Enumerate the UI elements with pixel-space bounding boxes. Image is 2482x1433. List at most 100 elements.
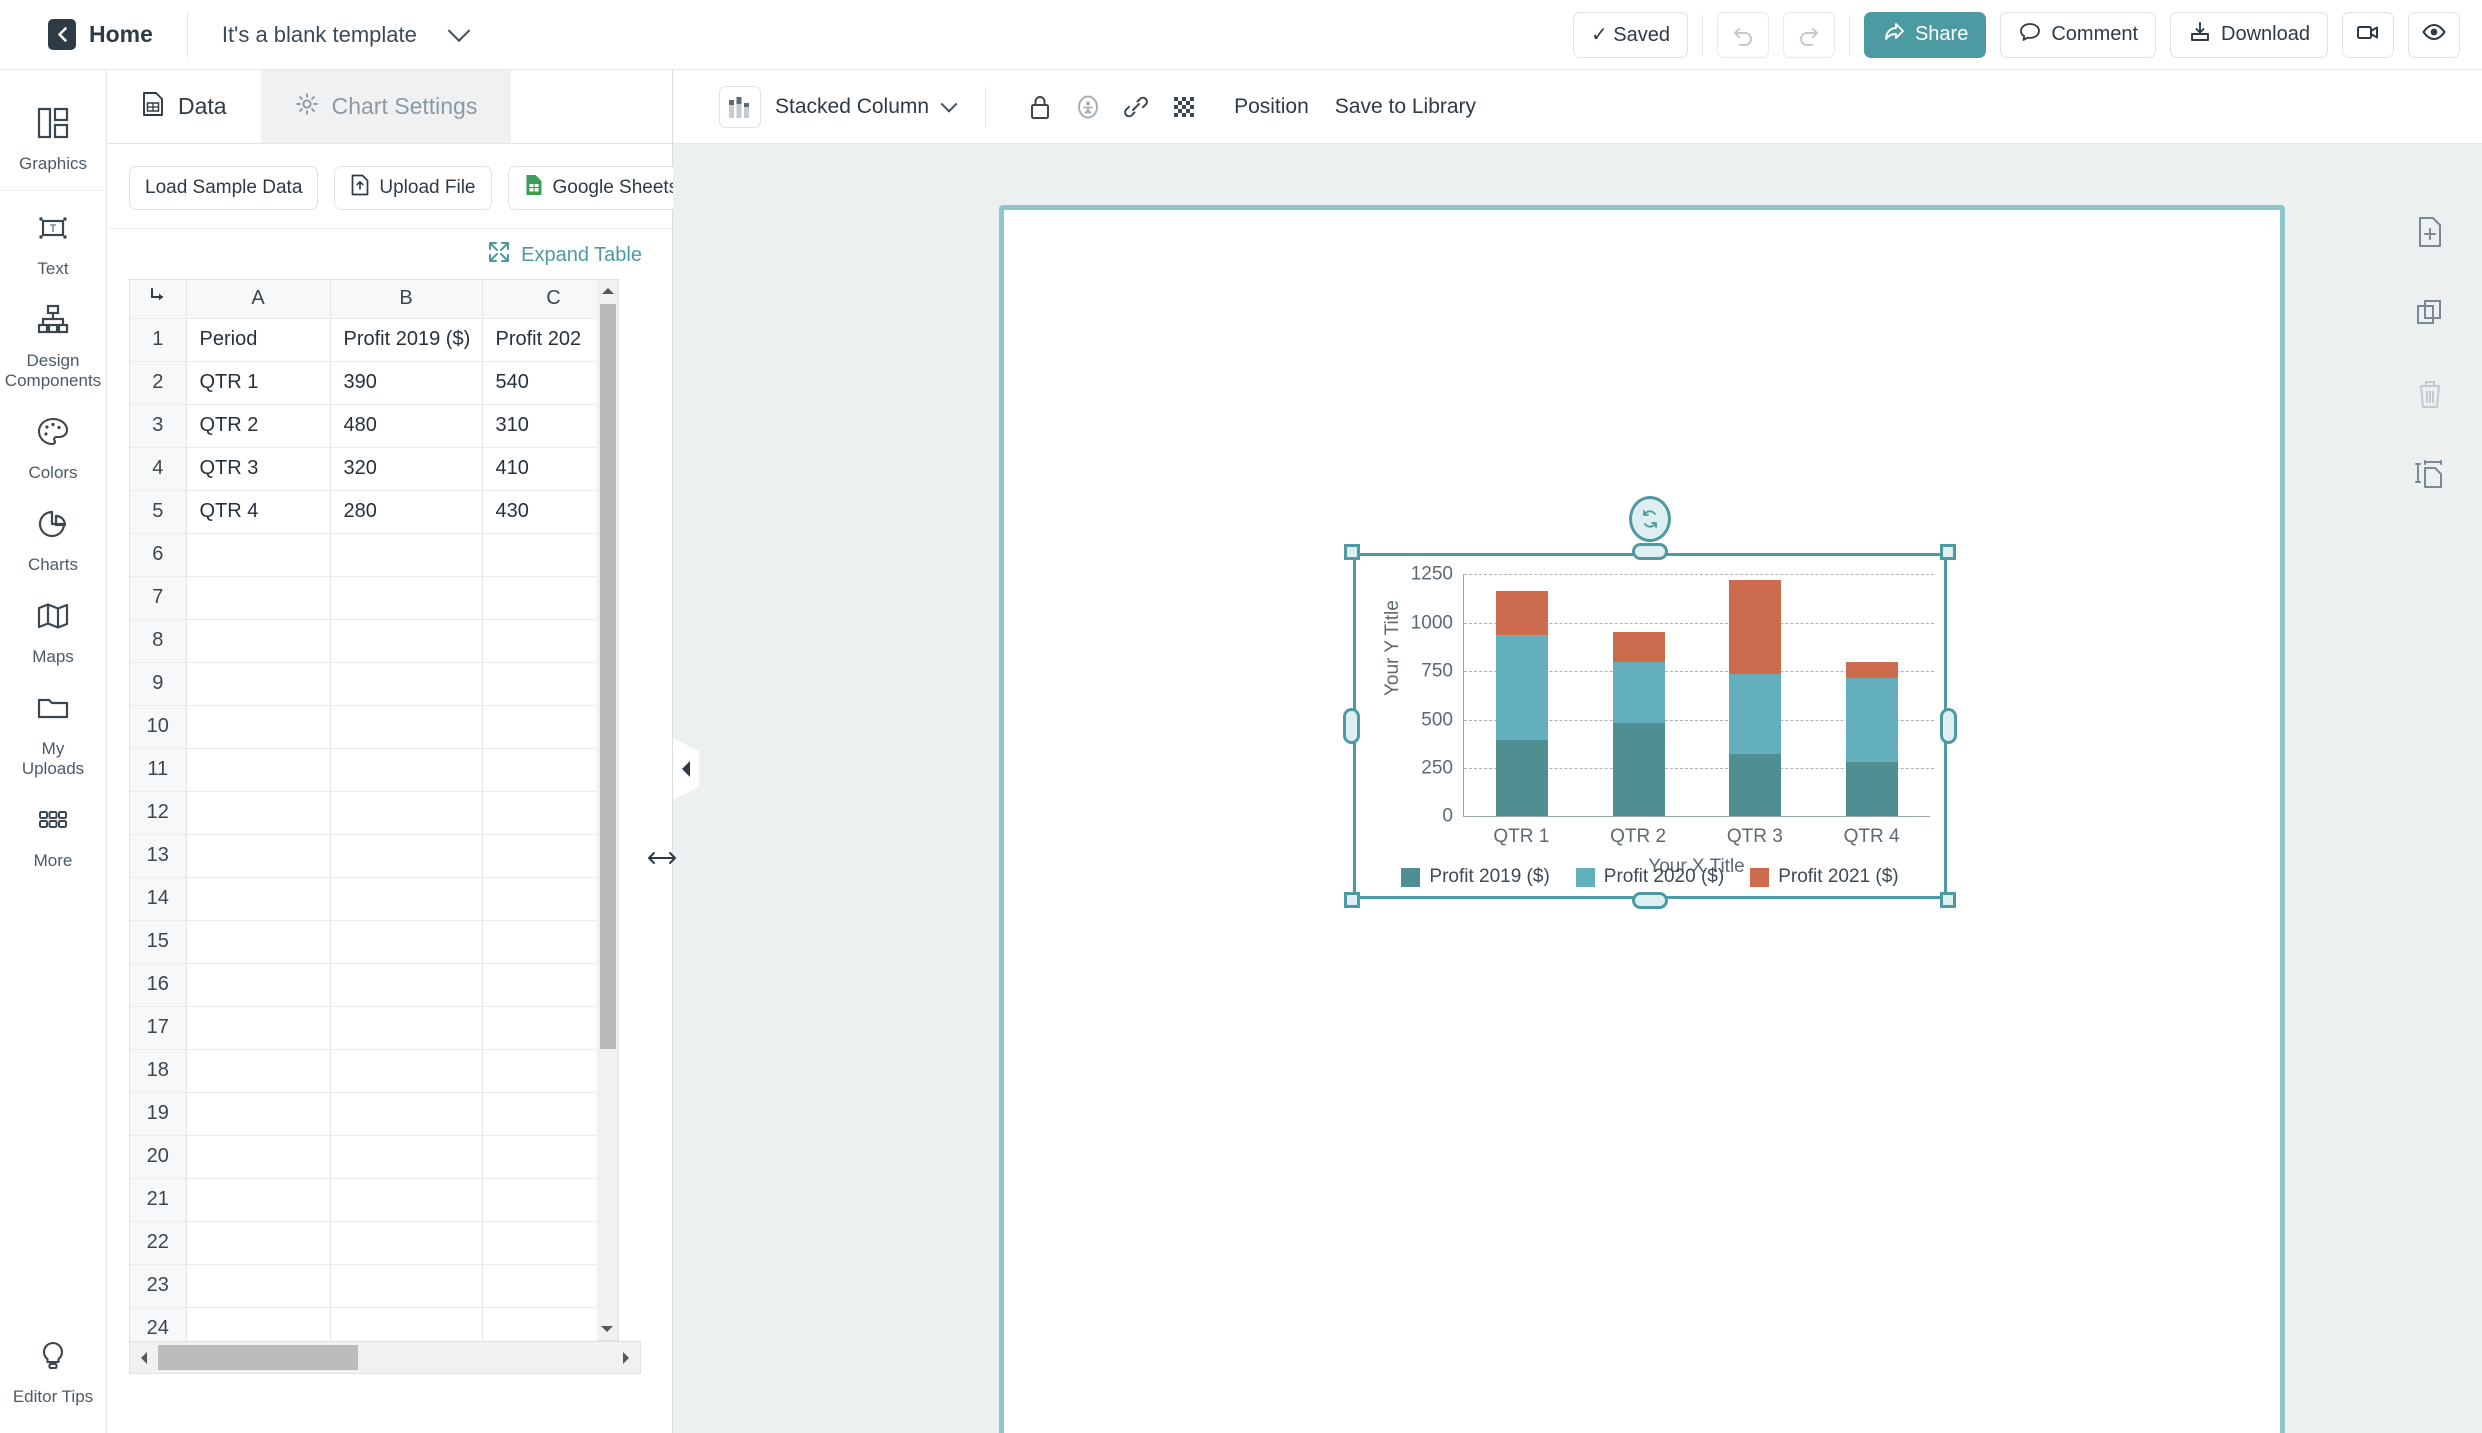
table-cell[interactable]: 280 [330,490,483,534]
table-cell[interactable] [330,791,483,835]
transparency-button[interactable] [1160,94,1208,120]
table-cell[interactable]: Profit 2019 ($) [330,318,483,362]
saved-status-button[interactable]: ✓ Saved [1572,11,1688,58]
table-row[interactable]: 10 [130,705,619,749]
table-row[interactable]: 21 [130,1178,619,1222]
lock-button[interactable] [1016,93,1064,121]
expand-table-button[interactable]: Expand Table [488,241,642,269]
redo-button[interactable] [1782,11,1835,58]
table-cell[interactable] [330,576,483,620]
chart-type-selector[interactable]: Stacked Column [719,85,958,128]
table-cell[interactable] [186,877,331,921]
preview-button[interactable] [2408,11,2460,58]
row-number[interactable]: 14 [130,877,187,921]
scroll-down-icon[interactable] [597,1318,617,1340]
spreadsheet-grid[interactable]: A B C 1 Period Profit 2019 ($) Profit 202 2 Q… [129,279,619,1341]
row-number[interactable]: 9 [130,662,187,706]
row-number[interactable]: 2 [130,361,187,405]
table-cell[interactable]: Period [186,318,331,362]
table-cell[interactable] [330,1178,483,1222]
scroll-up-icon[interactable] [597,280,618,302]
table-cell[interactable] [330,1049,483,1093]
google-sheets-button[interactable]: Google Sheets [507,166,695,210]
row-number[interactable]: 22 [130,1221,187,1265]
table-cell[interactable]: QTR 4 [186,490,331,534]
download-button[interactable]: Download [2170,11,2328,58]
table-cell[interactable]: QTR 1 [186,361,331,405]
table-row[interactable]: 9 [130,662,619,706]
table-row[interactable]: 23 [130,1264,619,1308]
row-number[interactable]: 4 [130,447,187,491]
sidebar-item-maps[interactable]: Maps [0,585,107,677]
row-number[interactable]: 19 [130,1092,187,1136]
table-cell[interactable] [186,791,331,835]
row-number[interactable]: 18 [130,1049,187,1093]
share-button[interactable]: Share [1863,11,1987,58]
row-number[interactable]: 11 [130,748,187,792]
table-cell[interactable] [186,920,331,964]
table-row[interactable]: 7 [130,576,619,620]
table-cell[interactable] [186,1221,331,1265]
table-cell[interactable]: 390 [330,361,483,405]
table-cell[interactable] [186,1049,331,1093]
table-row[interactable]: 11 [130,748,619,792]
sidebar-item-more[interactable]: More [0,789,107,881]
table-row[interactable]: 3 QTR 2 480 310 [130,404,619,448]
table-row[interactable]: 20 [130,1135,619,1179]
table-cell[interactable] [330,662,483,706]
table-row[interactable]: 19 [130,1092,619,1136]
table-row[interactable]: 4 QTR 3 320 410 [130,447,619,491]
table-row[interactable]: 18 [130,1049,619,1093]
col-header-a[interactable]: A [186,280,331,319]
resize-handle-top-left[interactable] [1344,544,1360,560]
duplicate-page-button[interactable] [2408,291,2452,335]
panel-resize-handle[interactable] [645,845,679,871]
load-sample-data-button[interactable]: Load Sample Data [129,166,319,210]
scrollbar-thumb[interactable] [600,304,616,1049]
scrollbar-thumb[interactable] [158,1345,358,1370]
resize-handle-bottom-left[interactable] [1344,892,1360,908]
home-button[interactable]: Home [48,19,153,50]
row-number[interactable]: 23 [130,1264,187,1308]
table-row[interactable]: 5 QTR 4 280 430 [130,490,619,534]
row-number[interactable]: 12 [130,791,187,835]
row-number[interactable]: 8 [130,619,187,663]
sidebar-item-colors[interactable]: Colors [0,401,107,493]
table-horizontal-scrollbar[interactable] [129,1341,641,1374]
table-cell[interactable] [186,834,331,878]
table-cell[interactable] [330,705,483,749]
table-cell[interactable] [186,576,331,620]
table-cell[interactable] [186,1006,331,1050]
table-cell[interactable] [186,1092,331,1136]
table-cell[interactable] [186,748,331,792]
resize-handle-bottom-right[interactable] [1940,892,1956,908]
table-cell[interactable] [186,1307,331,1341]
col-header-b[interactable]: B [330,280,483,319]
comment-button[interactable]: Comment [2000,11,2157,58]
scroll-left-icon[interactable] [130,1351,158,1365]
table-cell[interactable] [186,705,331,749]
row-number[interactable]: 20 [130,1135,187,1179]
row-number[interactable]: 24 [130,1307,187,1341]
undo-button[interactable] [1716,11,1769,58]
table-cell[interactable] [330,1135,483,1179]
table-row[interactable]: 14 [130,877,619,921]
table-row[interactable]: 1 Period Profit 2019 ($) Profit 202 [130,318,619,362]
chart-object[interactable]: Your Y Title 0 250 500 750 1000 1250 QTR 1 QTR… [1343,496,1957,909]
table-cell[interactable] [330,1092,483,1136]
sidebar-item-graphics[interactable]: Graphics [0,92,107,184]
table-cell[interactable]: QTR 3 [186,447,331,491]
resize-handle-top-right[interactable] [1940,544,1956,560]
resize-page-button[interactable] [2408,453,2452,497]
record-video-button[interactable] [2342,11,2394,58]
table-cell[interactable] [186,1178,331,1222]
table-cell[interactable] [186,1264,331,1308]
table-row[interactable]: 13 [130,834,619,878]
row-number[interactable]: 7 [130,576,187,620]
sidebar-item-design-components[interactable]: Design Components [0,289,107,401]
row-number[interactable]: 6 [130,533,187,577]
tab-chart-settings[interactable]: Chart Settings [260,70,512,143]
row-number[interactable]: 1 [130,318,187,362]
row-number[interactable]: 17 [130,1006,187,1050]
table-cell[interactable] [330,877,483,921]
